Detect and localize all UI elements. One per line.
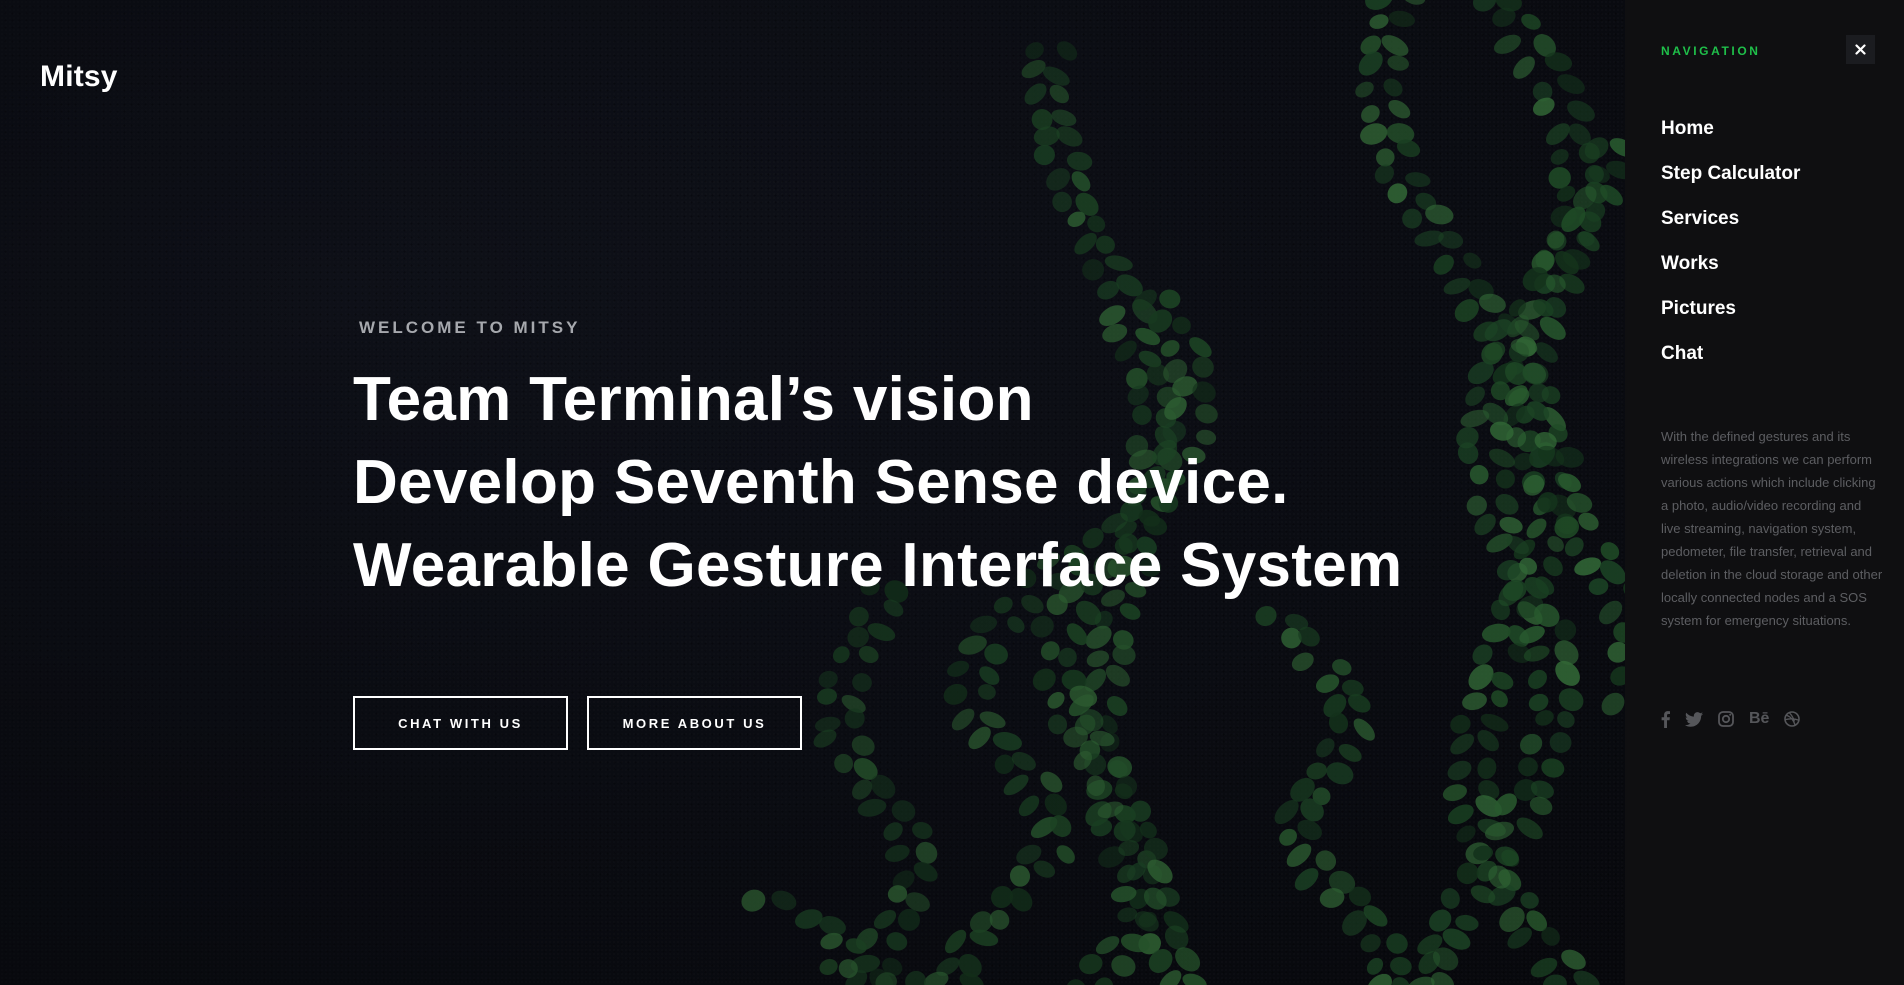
twitter-icon[interactable]	[1685, 710, 1703, 728]
facebook-icon[interactable]	[1661, 710, 1670, 728]
instagram-icon[interactable]	[1718, 710, 1734, 728]
headline-line-1: Team Terminal’s vision	[353, 365, 1034, 434]
nav-item-services[interactable]: Services	[1661, 206, 1800, 251]
close-button[interactable]	[1846, 35, 1875, 64]
nav-item-chat[interactable]: Chat	[1661, 341, 1800, 386]
hero-headline: Team Terminal’s vision Develop Seventh S…	[353, 358, 1503, 607]
nav-item-step-calculator[interactable]: Step Calculator	[1661, 161, 1800, 206]
nav-item-home[interactable]: Home	[1661, 116, 1800, 161]
nav-item-works[interactable]: Works	[1661, 251, 1800, 296]
hero-eyebrow: WELCOME TO MITSY	[359, 318, 581, 337]
close-icon	[1855, 44, 1866, 55]
dribbble-icon[interactable]	[1784, 710, 1801, 728]
hero-section: Mitsy WELCOME TO MITSY Team Terminal’s v…	[0, 0, 1625, 985]
more-about-us-button[interactable]: MORE ABOUT US	[587, 696, 802, 750]
navigation-panel: NAVIGATION Home Step Calculator Services…	[1625, 0, 1904, 985]
headline-line-3: Wearable Gesture Interface System	[353, 531, 1403, 600]
navigation-description: With the defined gestures and its wirele…	[1661, 429, 1883, 628]
hero-cta-row: CHAT WITH US MORE ABOUT US	[353, 696, 802, 750]
chat-with-us-button[interactable]: CHAT WITH US	[353, 696, 568, 750]
headline-line-2: Develop Seventh Sense device.	[353, 448, 1289, 517]
navigation-heading: NAVIGATION	[1661, 44, 1761, 58]
navigation-menu: Home Step Calculator Services Works Pict…	[1661, 116, 1800, 386]
behance-icon[interactable]: Bē	[1749, 710, 1769, 728]
app-root: Mitsy WELCOME TO MITSY Team Terminal’s v…	[0, 0, 1904, 985]
hero-content: WELCOME TO MITSY Team Terminal’s vision …	[353, 318, 1503, 607]
social-links: Bē	[1661, 710, 1801, 728]
nav-item-pictures[interactable]: Pictures	[1661, 296, 1800, 341]
site-logo[interactable]: Mitsy	[40, 60, 118, 94]
